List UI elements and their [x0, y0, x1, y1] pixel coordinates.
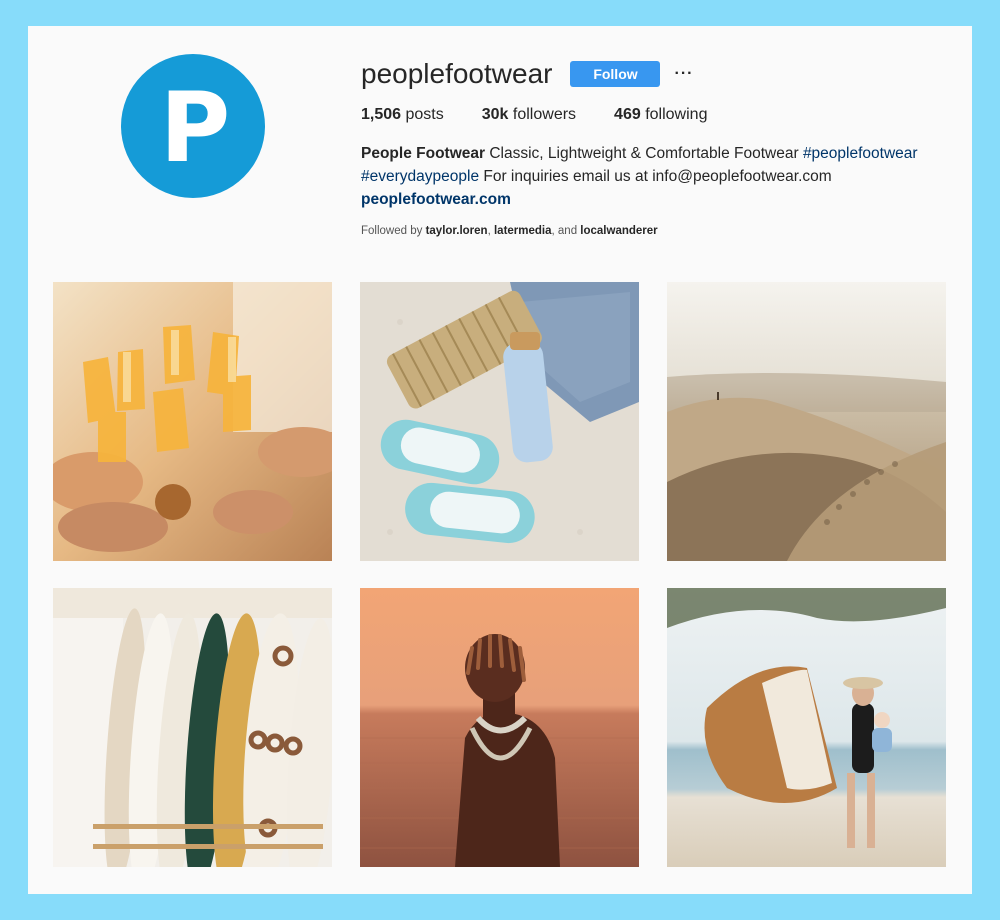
post-surfboards[interactable] — [53, 588, 332, 867]
bio-text-1: Classic, Lightweight & Comfortable Footw… — [489, 145, 799, 162]
posts-value: 1,506 — [361, 106, 402, 123]
followed-by: Followed by taylor.loren, latermedia, an… — [361, 225, 951, 237]
followed-by-prefix: Followed by — [361, 225, 423, 237]
man-in-ocean-image — [360, 588, 639, 867]
more-options-icon[interactable]: ··· — [674, 65, 693, 83]
hashtag-link-1[interactable]: #peoplefootwear — [803, 145, 918, 162]
profile-header: peoplefootwear Follow ··· 1,506 posts 30… — [361, 54, 951, 237]
follower-link-1[interactable]: taylor.loren — [426, 225, 488, 237]
title-row: peoplefootwear Follow ··· — [361, 54, 951, 94]
follower-link-3[interactable]: localwanderer — [580, 225, 657, 237]
post-man-in-ocean[interactable] — [360, 588, 639, 867]
post-champagne-toast[interactable] — [53, 282, 332, 561]
follow-button[interactable]: Follow — [570, 61, 661, 87]
posts-count: 1,506 posts — [361, 106, 444, 124]
username: peoplefootwear — [361, 58, 553, 89]
followers-link[interactable]: 30k followers — [482, 106, 576, 124]
desert-dunes-image — [667, 282, 946, 561]
website-link[interactable]: peoplefootwear.com — [361, 188, 951, 211]
profile-bio: People Footwear Classic, Lightweight & C… — [361, 142, 951, 211]
beach-slides-image — [360, 282, 639, 561]
profile-stats: 1,506 posts 30k followers 469 following — [361, 106, 951, 124]
posts-label: posts — [405, 106, 444, 123]
following-value: 469 — [614, 106, 641, 123]
followed-separator-2: , and — [551, 225, 578, 237]
followed-separator-1: , — [487, 225, 491, 237]
beach-blanket-image — [667, 588, 946, 867]
avatar-logo-letter: P — [159, 72, 231, 184]
post-beach-slides[interactable] — [360, 282, 639, 561]
followers-label: followers — [512, 106, 577, 123]
profile-card: P peoplefootwear Follow ··· 1,506 posts … — [28, 26, 972, 894]
following-link[interactable]: 469 following — [614, 106, 707, 124]
bio-text-2: For inquiries email us at info@peoplefoo… — [483, 168, 832, 185]
post-beach-blanket[interactable] — [667, 588, 946, 867]
follower-link-2[interactable]: latermedia — [494, 225, 552, 237]
followers-value: 30k — [481, 106, 509, 123]
bio-name: People Footwear — [361, 145, 486, 162]
surfboards-image — [53, 588, 332, 867]
profile-avatar[interactable]: P — [121, 54, 265, 198]
champagne-toast-image — [53, 282, 332, 561]
hashtag-link-2[interactable]: #everydaypeople — [361, 168, 479, 185]
following-label: following — [645, 106, 708, 123]
post-desert-dunes[interactable] — [667, 282, 946, 561]
